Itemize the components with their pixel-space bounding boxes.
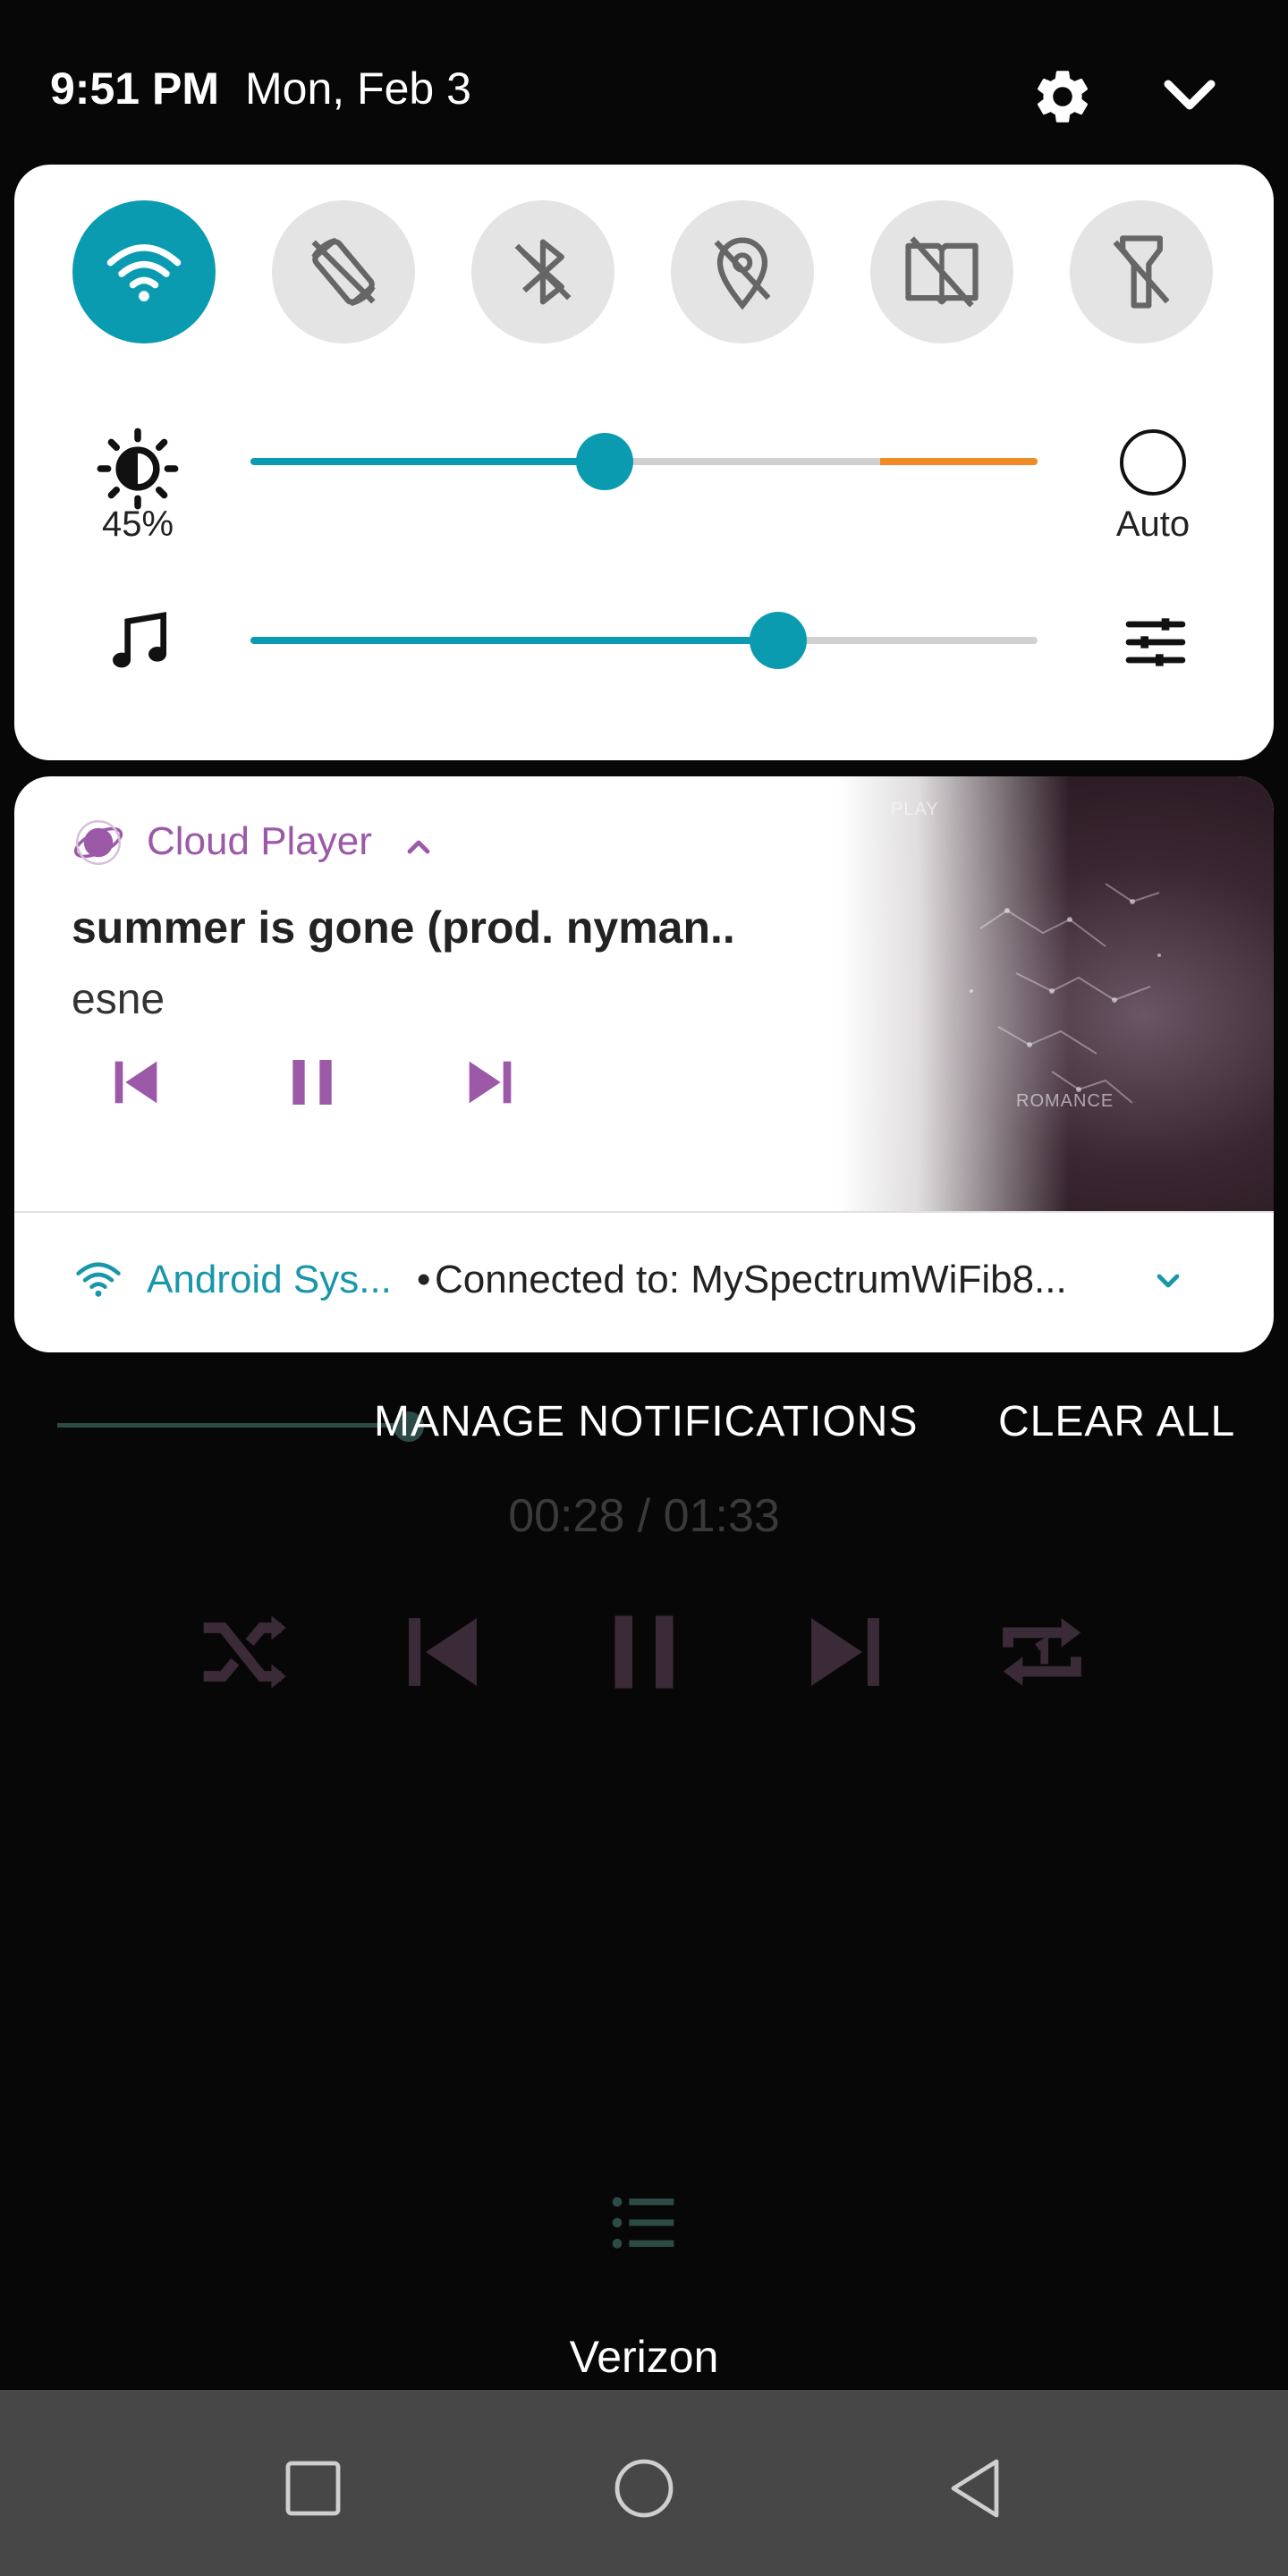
back-triangle-icon (951, 2459, 999, 2518)
pause-icon (292, 1060, 332, 1105)
wifi-icon (106, 244, 182, 301)
carrier-name: Verizon (569, 2332, 719, 2382)
background-playback-time: 00:28 / 01:33 (508, 1490, 780, 1542)
skip-previous-icon (114, 1061, 157, 1104)
music-note-icon (104, 606, 175, 678)
bluetooth-tile[interactable] (471, 200, 614, 343)
volume-slider[interactable] (250, 612, 1038, 669)
chevron-up-icon[interactable] (401, 828, 436, 864)
volume-slider-fill (250, 637, 778, 644)
repeat-one-icon (984, 1594, 1100, 1710)
flashlight-tile[interactable] (1070, 200, 1213, 343)
skip-previous-icon (385, 1594, 501, 1710)
notification-divider (14, 1211, 1274, 1213)
brightness-warning-range (880, 458, 1038, 465)
cloud-player-app-icon (72, 816, 125, 869)
song-artist: esne (72, 976, 165, 1023)
brightness-slider[interactable] (250, 433, 1038, 490)
quick-settings-panel: 45% Auto (14, 165, 1274, 760)
album-art-fade (837, 776, 1070, 1211)
location-tile[interactable] (671, 200, 814, 343)
location-off-icon (714, 237, 771, 310)
pause-icon (586, 1594, 702, 1710)
shuffle-icon (184, 1594, 301, 1710)
previous-track-button[interactable] (100, 1046, 172, 1118)
media-app-name: Cloud Player (147, 819, 372, 863)
wifi-connection-text: Connected to: MySpectrumWiFib8... (435, 1258, 1067, 1301)
chevron-down-icon[interactable] (1150, 1263, 1186, 1299)
manage-notifications-button[interactable]: MANAGE NOTIFICATIONS (374, 1397, 918, 1446)
circle-icon (614, 2459, 674, 2518)
auto-brightness-label: Auto (1115, 504, 1191, 544)
brightness-icon (93, 424, 182, 513)
sound-settings-icon[interactable] (1120, 606, 1191, 678)
skip-next-icon (787, 1594, 903, 1710)
square-icon (285, 2461, 341, 2516)
wifi-tile[interactable] (72, 200, 216, 343)
reader-mode-tile[interactable] (870, 200, 1013, 343)
auto-rotate-tile[interactable] (272, 200, 415, 343)
skip-next-icon (469, 1061, 512, 1104)
song-title: summer is gone (prod. nyman.. (72, 902, 735, 953)
book-off-icon (905, 236, 979, 308)
recents-button[interactable] (277, 2453, 349, 2524)
background-seek-bar (57, 1423, 410, 1428)
clear-all-button[interactable]: CLEAR ALL (998, 1397, 1235, 1446)
next-track-button[interactable] (454, 1046, 526, 1118)
brightness-slider-thumb[interactable] (576, 433, 633, 490)
volume-slider-thumb[interactable] (750, 612, 807, 669)
wifi-icon (72, 1252, 125, 1306)
notification-card[interactable]: PLAY ROMANCE Cloud Player summer is gone… (14, 776, 1274, 1352)
chevron-down-icon[interactable] (1154, 64, 1225, 129)
back-button[interactable] (939, 2453, 1011, 2524)
auto-brightness-toggle[interactable] (1120, 429, 1186, 496)
brightness-slider-fill (250, 458, 605, 465)
pause-button[interactable] (276, 1046, 348, 1118)
separator-dot: • (417, 1258, 431, 1301)
status-date: Mon, Feb 3 (245, 64, 471, 114)
status-time: 9:51 PM (50, 64, 219, 114)
flashlight-off-icon (1113, 235, 1170, 309)
system-app-name: Android Sys... (147, 1258, 392, 1301)
queue-list-icon (608, 2191, 680, 2254)
gear-icon[interactable] (1030, 64, 1095, 129)
bluetooth-off-icon (514, 239, 572, 305)
brightness-percent: 45% (101, 504, 174, 544)
rotate-off-icon (311, 237, 376, 307)
home-button[interactable] (608, 2453, 680, 2524)
